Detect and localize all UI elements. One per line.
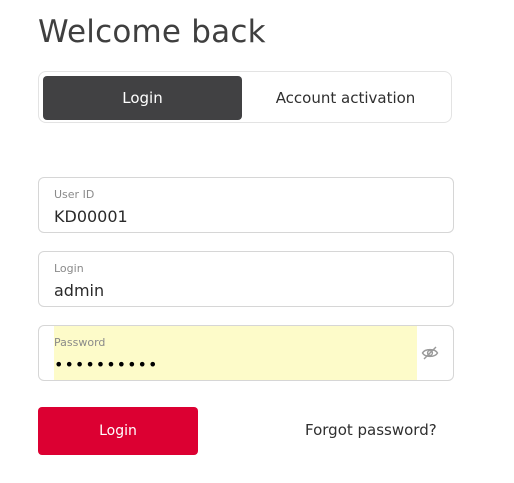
eye-slash-icon[interactable] <box>421 344 439 362</box>
user-id-input[interactable] <box>54 205 394 227</box>
user-id-field[interactable]: User ID <box>38 177 454 233</box>
login-mode-tabs: Login Account activation <box>38 71 452 123</box>
page-title: Welcome back <box>38 14 266 50</box>
password-field[interactable]: Password <box>38 325 454 381</box>
tab-login[interactable]: Login <box>43 76 242 120</box>
login-field[interactable]: Login <box>38 251 454 307</box>
tab-account-activation[interactable]: Account activation <box>246 76 445 120</box>
user-id-label: User ID <box>54 188 95 201</box>
login-input[interactable] <box>54 279 394 301</box>
password-input[interactable] <box>54 353 394 375</box>
login-label: Login <box>54 262 84 275</box>
forgot-password-link[interactable]: Forgot password? <box>305 421 437 439</box>
password-label: Password <box>54 336 106 349</box>
login-button[interactable]: Login <box>38 407 198 455</box>
